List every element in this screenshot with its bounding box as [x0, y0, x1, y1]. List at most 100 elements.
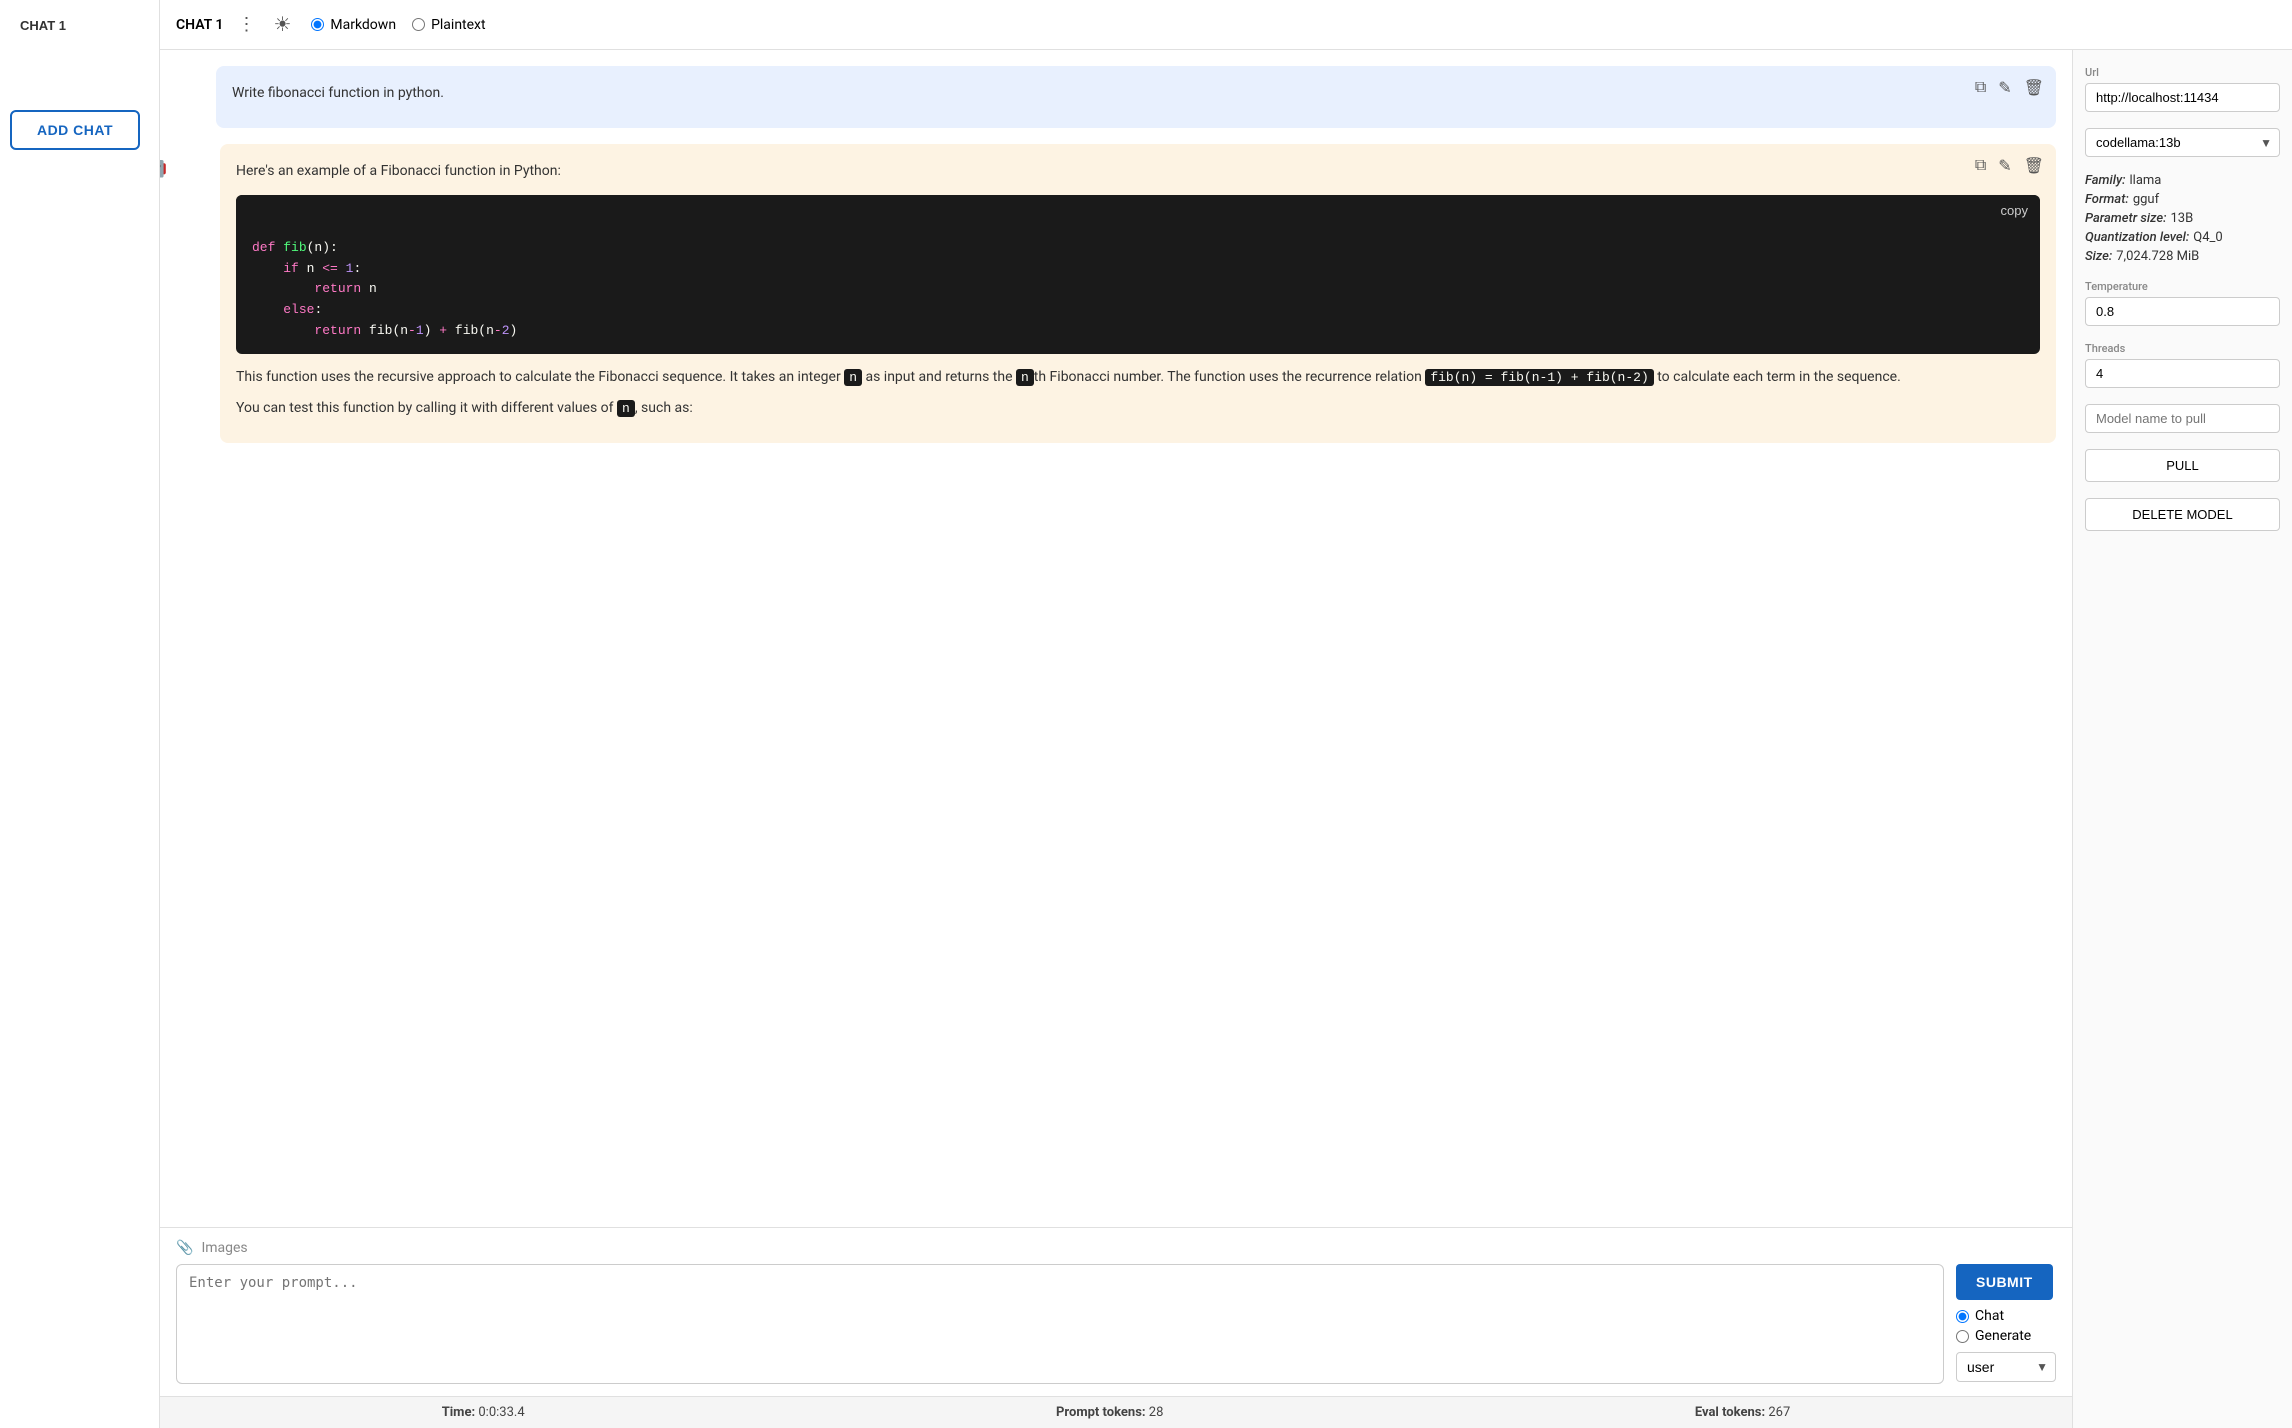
para1-n1: n — [844, 369, 862, 386]
images-label: Images — [201, 1240, 247, 1256]
param-size-value: 13B — [2171, 211, 2194, 226]
para1-end: to calculate each term in the sequence. — [1654, 369, 1901, 385]
chat-title-area: CHAT 1 ⋮ — [176, 12, 261, 37]
quantization-info-row: Quantization level: Q4_0 — [2085, 230, 2280, 245]
content-area: ⧉ ✎ 🗑 Write fibonacci function in python… — [160, 50, 2292, 1428]
time-status: Time: 0:0:33.4 — [442, 1405, 525, 1420]
delete-user-message-button[interactable]: 🗑 — [2022, 76, 2046, 100]
copy-user-message-button[interactable]: ⧉ — [1973, 76, 1988, 100]
delete-ai-message-button[interactable]: 🗑 — [2022, 154, 2046, 178]
main-wrapper: CHAT 1 ⋮ ☀ Markdown Plaintext ⧉ — [160, 0, 2292, 1428]
temperature-input[interactable] — [2085, 297, 2280, 326]
copy-ai-message-button[interactable]: ⧉ — [1973, 154, 1988, 178]
submit-button[interactable]: SUBMIT — [1956, 1264, 2053, 1300]
model-field-group: codellama:13b llama2:7b mistral:7b ▼ — [2085, 128, 2280, 157]
right-panel: Url codellama:13b llama2:7b mistral:7b ▼… — [2072, 50, 2292, 1428]
markdown-radio[interactable] — [311, 18, 324, 31]
plaintext-radio[interactable] — [412, 18, 425, 31]
messages-container[interactable]: ⧉ ✎ 🗑 Write fibonacci function in python… — [160, 50, 2072, 1227]
copy-code-button[interactable]: copy — [2001, 203, 2028, 218]
url-input[interactable] — [2085, 83, 2280, 112]
prompt-tokens-value: 28 — [1149, 1405, 1164, 1420]
role-select-wrapper: user assistant system ▼ — [1956, 1352, 2056, 1382]
code-content: def fib(n): if n <= 1: return n else: re… — [236, 226, 2040, 354]
user-message: ⧉ ✎ 🗑 Write fibonacci function in python… — [216, 66, 2056, 128]
size-label: Size: — [2085, 249, 2112, 264]
eval-tokens-label: Eval tokens: — [1695, 1405, 1765, 1420]
edit-ai-message-button[interactable]: ✎ — [1996, 154, 2013, 178]
url-label: Url — [2085, 66, 2280, 79]
format-value: gguf — [2133, 192, 2159, 207]
prompt-tokens-label: Prompt tokens: — [1056, 1405, 1146, 1420]
markdown-radio-label[interactable]: Markdown — [311, 17, 396, 33]
para2-post: , such as: — [635, 400, 693, 416]
url-field-group: Url — [2085, 66, 2280, 112]
model-pull-field-group — [2085, 404, 2280, 433]
family-label: Family: — [2085, 173, 2126, 188]
chat-mode-radio[interactable] — [1956, 1310, 1969, 1323]
ai-message: ⧉ ✎ 🗑 Here's an example of a Fibonacci f… — [220, 144, 2056, 443]
temperature-label: Temperature — [2085, 280, 2280, 293]
theme-toggle-button[interactable]: ☀ — [273, 12, 291, 37]
para1-mid: as input and returns the — [862, 369, 1016, 385]
time-value: 0:0:33.4 — [478, 1405, 524, 1420]
format-label: Format: — [2085, 192, 2129, 207]
threads-label: Threads — [2085, 342, 2280, 355]
model-select-wrapper: codellama:13b llama2:7b mistral:7b ▼ — [2085, 128, 2280, 157]
quantization-label: Quantization level: — [2085, 230, 2189, 245]
format-info-row: Format: gguf — [2085, 192, 2280, 207]
threads-field-group: Threads — [2085, 342, 2280, 388]
threads-input[interactable] — [2085, 359, 2280, 388]
ai-avatar-icon: 🤖 — [160, 154, 167, 179]
chat-mode-text: Chat — [1975, 1308, 2004, 1324]
code-header: copy — [236, 195, 2040, 226]
generate-mode-label[interactable]: Generate — [1956, 1328, 2031, 1344]
model-select[interactable]: codellama:13b llama2:7b mistral:7b — [2085, 128, 2280, 157]
size-value: 7,024.728 MiB — [2116, 249, 2199, 264]
para1-post: th Fibonacci number. The function uses t… — [1034, 369, 1426, 385]
generate-mode-radio[interactable] — [1956, 1330, 1969, 1343]
chat-mode-label[interactable]: Chat — [1956, 1308, 2031, 1324]
role-select[interactable]: user assistant system — [1956, 1352, 2056, 1382]
format-radio-group: Markdown Plaintext — [311, 17, 485, 33]
quantization-value: Q4_0 — [2193, 230, 2222, 245]
prompt-tokens-status: Prompt tokens: 28 — [1056, 1405, 1163, 1420]
family-info-row: Family: llama — [2085, 173, 2280, 188]
user-message-actions: ⧉ ✎ 🗑 — [1973, 76, 2046, 100]
pull-button[interactable]: PULL — [2085, 449, 2280, 482]
temperature-field-group: Temperature — [2085, 280, 2280, 326]
ai-message-actions: ⧉ ✎ 🗑 — [1973, 154, 2046, 178]
sidebar: CHAT 1 ADD CHAT — [0, 0, 160, 1428]
plaintext-label: Plaintext — [431, 17, 486, 33]
mode-radio-group: Chat Generate — [1956, 1308, 2031, 1344]
delete-model-button[interactable]: DELETE MODEL — [2085, 498, 2280, 531]
prompt-row: SUBMIT Chat Generate — [176, 1264, 2056, 1384]
ai-message-intro: Here's an example of a Fibonacci functio… — [236, 160, 2040, 182]
more-options-button[interactable]: ⋮ — [231, 12, 261, 37]
model-pull-input[interactable] — [2085, 404, 2280, 433]
edit-user-message-button[interactable]: ✎ — [1996, 76, 2013, 100]
markdown-label: Markdown — [330, 17, 396, 33]
eval-tokens-value: 267 — [1768, 1405, 1790, 1420]
status-bar: Time: 0:0:33.4 Prompt tokens: 28 Eval to… — [160, 1396, 2072, 1428]
model-info-grid: Family: llama Format: gguf Parametr size… — [2085, 173, 2280, 264]
ai-message-para2: You can test this function by calling it… — [236, 397, 2040, 420]
size-info-row: Size: 7,024.728 MiB — [2085, 249, 2280, 264]
para1-pre: This function uses the recursive approac… — [236, 369, 844, 385]
attach-icon: 📎 — [176, 1240, 193, 1256]
para2-pre: You can test this function by calling it… — [236, 400, 617, 416]
prompt-controls: SUBMIT Chat Generate — [1956, 1264, 2056, 1382]
para1-n2: n — [1016, 369, 1034, 386]
chat-tab-1[interactable]: CHAT 1 — [10, 10, 149, 41]
time-label: Time: — [442, 1405, 475, 1420]
chat-panel: ⧉ ✎ 🗑 Write fibonacci function in python… — [160, 50, 2072, 1428]
plaintext-radio-label[interactable]: Plaintext — [412, 17, 486, 33]
prompt-input[interactable] — [176, 1264, 1944, 1384]
add-chat-button[interactable]: ADD CHAT — [10, 110, 140, 150]
param-size-info-row: Parametr size: 13B — [2085, 211, 2280, 226]
eval-tokens-status: Eval tokens: 267 — [1695, 1405, 1790, 1420]
param-size-label: Parametr size: — [2085, 211, 2167, 226]
generate-mode-text: Generate — [1975, 1328, 2031, 1344]
ai-message-para1: This function uses the recursive approac… — [236, 366, 2040, 389]
para2-n: n — [617, 400, 635, 417]
